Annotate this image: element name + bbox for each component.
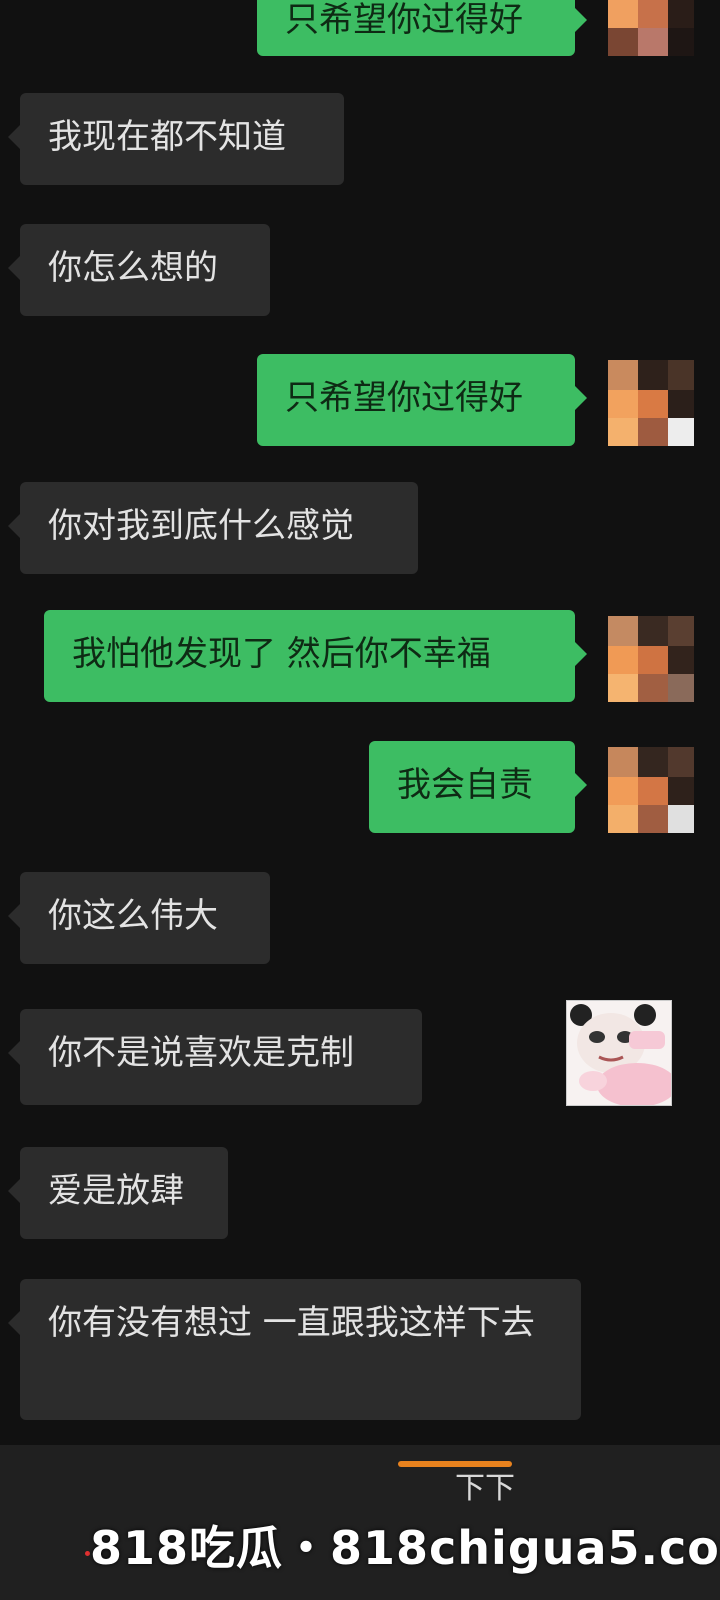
message-bubble-received[interactable]: 你这么伟大 <box>8 872 270 964</box>
watermark: 818吃瓜・818chigua5.com <box>90 1521 720 1575</box>
contact-avatar[interactable] <box>608 616 694 702</box>
contact-avatar[interactable] <box>608 747 694 833</box>
sticker-art <box>567 1001 671 1105</box>
message-bubble-sent[interactable]: 只希望你过得好 <box>257 354 587 446</box>
message-bubble-received[interactable]: 我现在都不知道 <box>8 93 344 185</box>
message-bubble-received[interactable]: 你有没有想过 一直跟我这样下去 <box>8 1279 581 1420</box>
message-bubble-sent[interactable]: 我会自责 <box>369 741 587 833</box>
message-bubble-received[interactable]: 爱是放肆 <box>8 1147 228 1239</box>
message-bubble-sent[interactable]: 我怕他发现了 然后你不幸福 <box>44 610 587 702</box>
message-bubble-received[interactable]: 你不是说喜欢是克制 <box>8 1009 422 1105</box>
message-bubble-received[interactable]: 你怎么想的 <box>8 224 270 316</box>
bottom-bar-label[interactable]: 下下 <box>455 1463 515 1507</box>
contact-avatar[interactable] <box>608 360 694 446</box>
message-bubble-sent[interactable]: 只希望你过得好 <box>257 0 587 56</box>
message-bubble-received[interactable]: 你对我到底什么感觉 <box>8 482 418 574</box>
chat-screen: 只希望你过得好 我现在都不知道 你怎么想的 只希望你过得好 你对我到底什么感觉 … <box>0 0 720 1600</box>
panda-meme-sticker-icon[interactable] <box>566 1000 672 1106</box>
contact-avatar[interactable] <box>608 0 694 56</box>
